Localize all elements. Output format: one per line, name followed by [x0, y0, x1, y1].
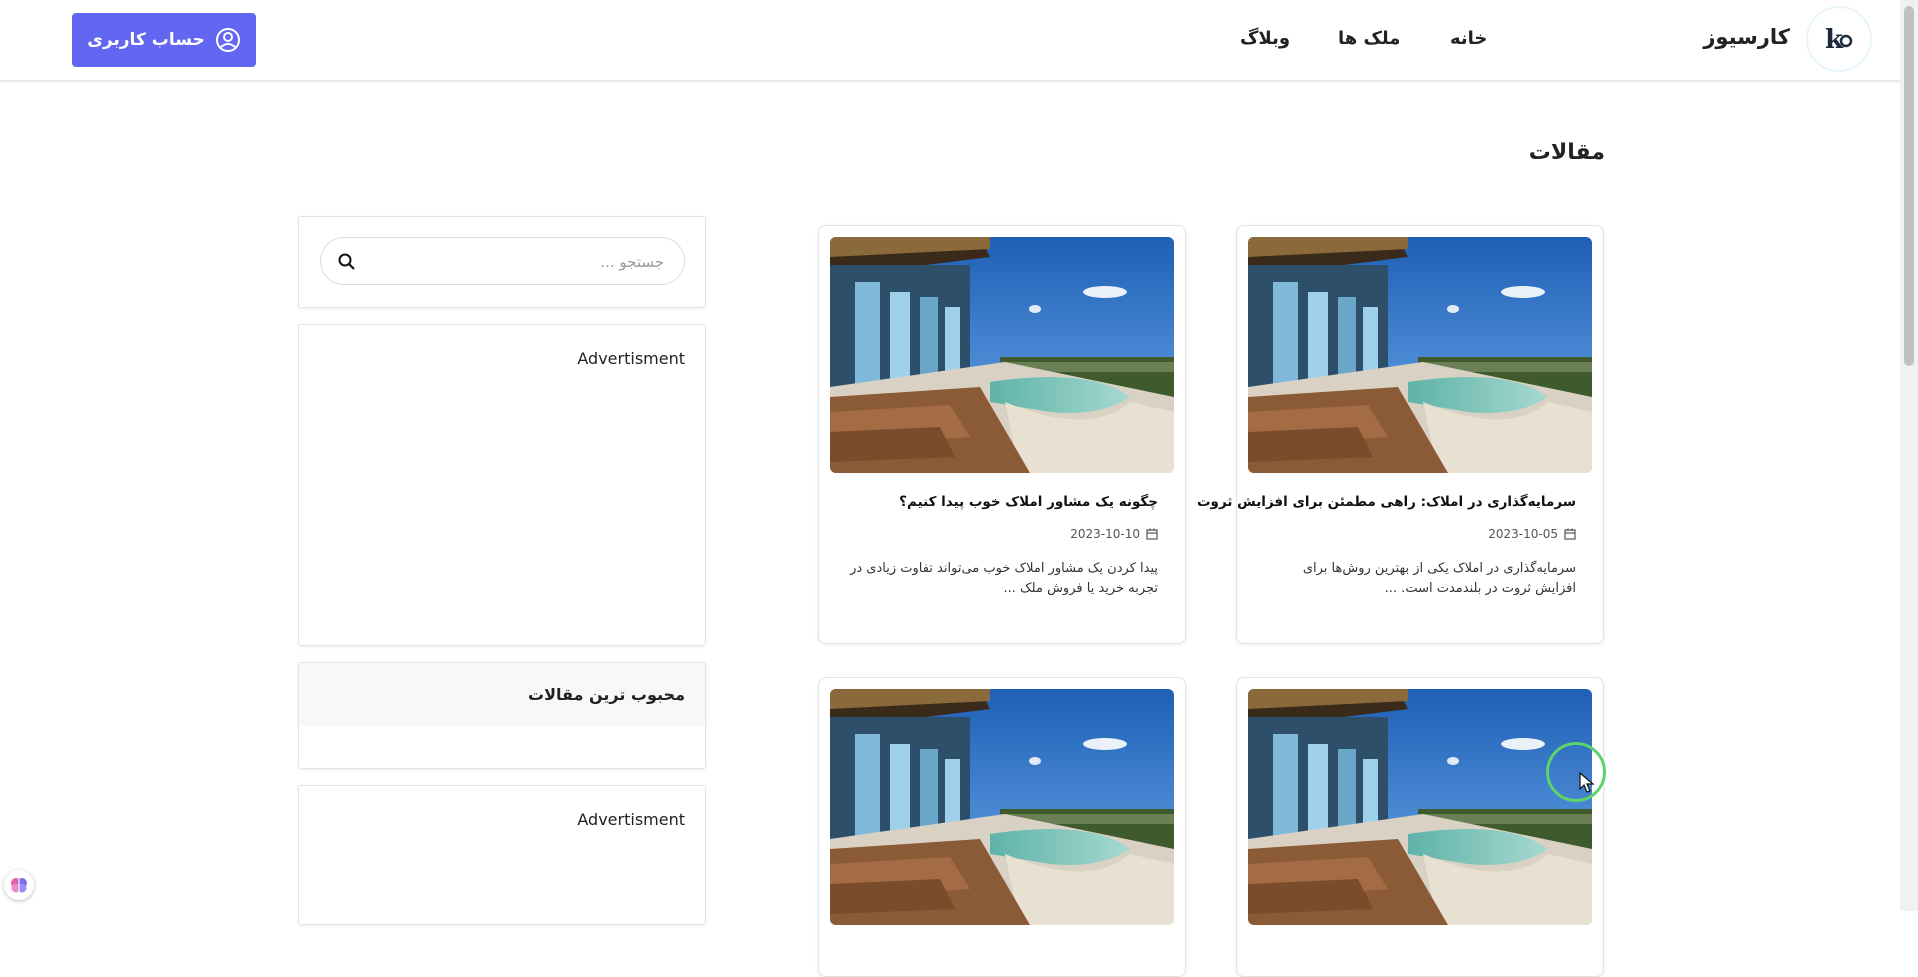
article-date: 2023-10-05 [1488, 527, 1576, 541]
ad-box-2: Advertisment [298, 785, 706, 925]
brain-extension-icon[interactable] [4, 870, 34, 900]
ad-box-1: Advertisment [298, 324, 706, 646]
account-button[interactable]: حساب کاربری [72, 13, 256, 67]
article-card[interactable]: سرمایه‌گذاری در املاک: راهی مطمئن برای ا… [1197, 225, 1604, 644]
article-excerpt: پیدا کردن یک مشاور املاک خوب می‌تواند تف… [850, 561, 1158, 596]
calendar-icon [1146, 528, 1158, 540]
scrollbar-thumb[interactable] [1904, 6, 1914, 366]
article-image[interactable] [830, 237, 1174, 473]
popular-articles-box: محبوب ترین مقالات [298, 662, 706, 769]
top-navbar: k کارسیوز خانه ملک ها وبلاگ حساب کاربری [0, 0, 1900, 80]
site-logo[interactable]: k [1806, 6, 1872, 72]
search-icon[interactable] [338, 253, 355, 270]
article-card[interactable]: چگونه یک مشاور املاک خوب پیدا کنیم؟ 2023… [818, 225, 1186, 644]
search-box [298, 216, 706, 308]
article-image[interactable] [1248, 237, 1592, 473]
article-title[interactable]: چگونه یک مشاور املاک خوب پیدا کنیم؟ [838, 494, 1158, 510]
article-excerpt: سرمایه‌گذاری در املاک یکی از بهترین روش‌… [1302, 561, 1576, 596]
article-card[interactable] [818, 677, 1186, 977]
ad-label: Advertisment [577, 810, 685, 829]
search-field[interactable] [320, 237, 685, 286]
brand-name[interactable]: کارسیوز [1690, 25, 1790, 49]
article-date-text: 2023-10-10 [1070, 527, 1140, 541]
article-title[interactable]: سرمایه‌گذاری در املاک: راهی مطمئن برای ا… [1197, 494, 1576, 510]
article-image[interactable] [830, 689, 1174, 925]
nav-properties[interactable]: ملک ها [1338, 28, 1400, 49]
click-indicator [1546, 742, 1606, 802]
search-input[interactable] [362, 238, 666, 286]
article-date-text: 2023-10-05 [1488, 527, 1558, 541]
logo-mark-icon: k [1825, 25, 1853, 55]
article-image[interactable] [1248, 689, 1592, 925]
user-circle-icon [215, 28, 240, 52]
page-title: مقالات [1528, 140, 1605, 165]
popular-articles-title: محبوب ترین مقالات [527, 685, 685, 704]
calendar-icon [1564, 528, 1576, 540]
article-card[interactable] [1236, 677, 1604, 977]
page-scrollbar[interactable] [1900, 0, 1918, 911]
nav-blog[interactable]: وبلاگ [1240, 28, 1290, 49]
article-date: 2023-10-10 [1070, 527, 1158, 541]
mouse-pointer-icon [1579, 772, 1595, 793]
popular-articles-header: محبوب ترین مقالات [299, 663, 705, 726]
nav-home[interactable]: خانه [1450, 28, 1487, 49]
account-button-label: حساب کاربری [87, 30, 205, 50]
ad-label: Advertisment [577, 349, 685, 368]
brain-icon [11, 878, 27, 893]
